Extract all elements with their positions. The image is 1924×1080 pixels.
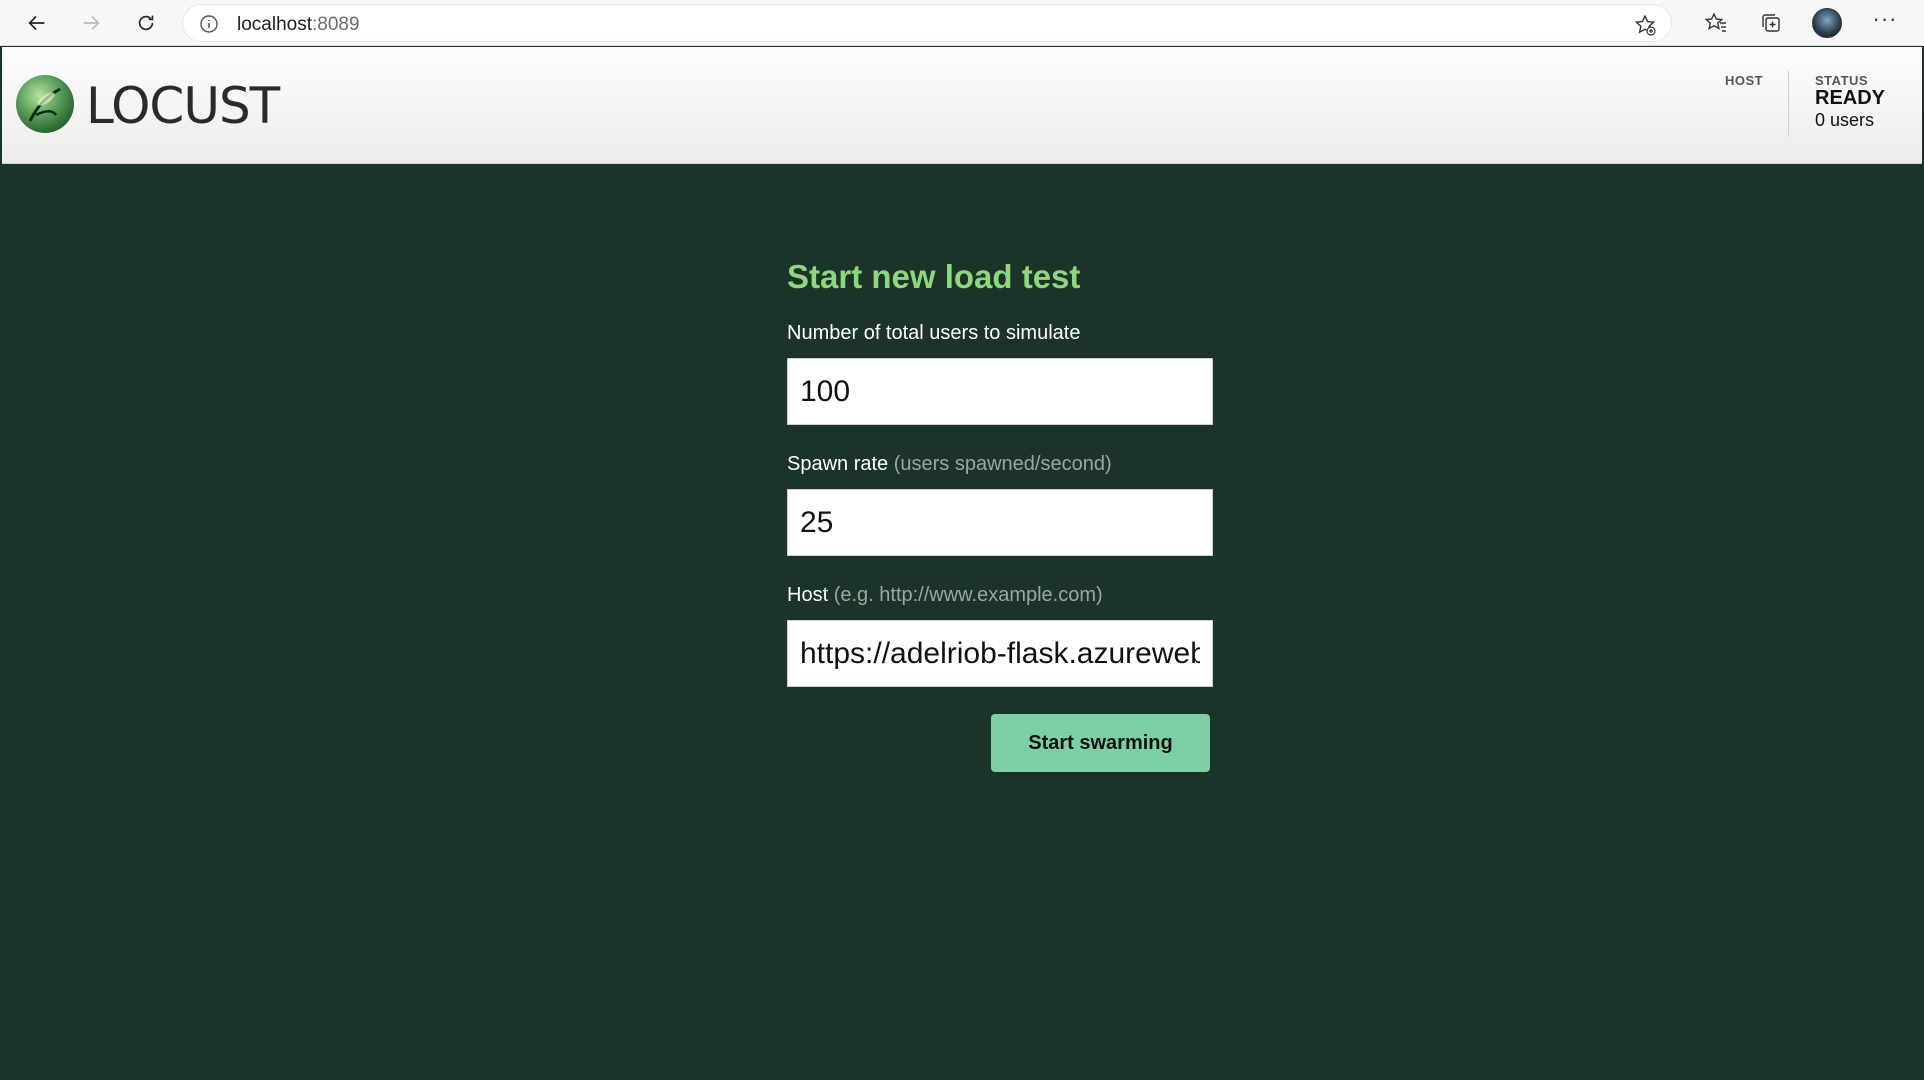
host-field-label: Host (e.g. http://www.example.com)	[787, 584, 1103, 606]
collections-button[interactable]	[1754, 6, 1788, 40]
host-hint: (e.g. http://www.example.com)	[833, 584, 1103, 606]
status-label: STATUS	[1815, 73, 1869, 88]
spawn-rate-label: Spawn rate (users spawned/second)	[787, 453, 1112, 475]
brand-name: LOCUST	[86, 77, 280, 135]
forward-arrow-icon	[83, 15, 100, 31]
users-input[interactable]	[787, 358, 1213, 425]
user-count: 0 users	[1815, 110, 1875, 130]
forward-button[interactable]	[74, 6, 108, 40]
users-label: Number of total users to simulate	[787, 322, 1081, 344]
refresh-button[interactable]	[129, 6, 163, 40]
header-divider	[1788, 71, 1789, 137]
spawn-rate-input[interactable]	[787, 489, 1213, 556]
app-header: LOCUST HOST STATUS READY 0 users	[2, 47, 1922, 164]
collections-icon	[1762, 14, 1780, 32]
favorites-button[interactable]	[1699, 6, 1733, 40]
form-title: Start new load test	[787, 258, 1081, 295]
locust-logo	[16, 75, 74, 133]
add-favorite-icon[interactable]	[1633, 13, 1657, 37]
back-arrow-icon	[28, 15, 45, 31]
info-icon[interactable]	[199, 14, 219, 34]
status-value: READY	[1815, 87, 1886, 109]
back-button[interactable]	[20, 6, 54, 40]
host-input[interactable]	[787, 620, 1213, 687]
profile-avatar[interactable]	[1812, 8, 1842, 38]
more-icon[interactable]: ···	[1868, 8, 1902, 38]
spawn-rate-hint: (users spawned/second)	[893, 453, 1112, 475]
url-text: localhost:8089	[237, 14, 360, 35]
favorites-icon	[1704, 12, 1726, 32]
browser-toolbar: localhost:8089 ···	[0, 0, 1924, 46]
address-bar[interactable]: localhost:8089	[182, 4, 1672, 42]
start-swarming-button[interactable]: Start swarming	[991, 714, 1210, 772]
refresh-icon	[138, 15, 154, 31]
load-test-form: Start new load test Number of total user…	[787, 258, 1217, 772]
host-label: HOST	[1725, 73, 1764, 88]
